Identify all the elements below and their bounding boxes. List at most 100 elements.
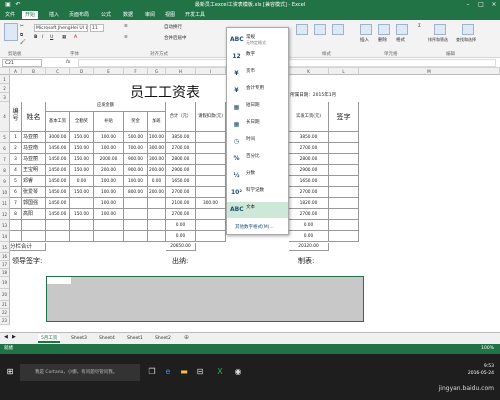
table-cell-subsidy[interactable] (94, 231, 124, 242)
table-cell-actual[interactable]: 1650.00 (289, 176, 329, 187)
table-cell-no[interactable]: 3 (10, 154, 22, 165)
table-cell-allowance[interactable] (70, 198, 94, 209)
table-cell-name[interactable] (22, 231, 46, 242)
table-cell-name[interactable] (22, 220, 46, 231)
border-icon[interactable]: ▦ (62, 35, 66, 40)
column-header[interactable]: C (46, 68, 70, 75)
row-header[interactable]: 19 (0, 277, 10, 289)
table-cell-basic[interactable]: 1450.00 (46, 187, 70, 198)
table-cell-no[interactable]: 4 (10, 165, 22, 176)
align-top-icon[interactable]: ≡ (124, 24, 128, 29)
table-cell-overtime[interactable] (148, 209, 166, 220)
table-cell-name[interactable]: 马亚丽 (22, 154, 46, 165)
table-cell-actual[interactable]: 2700.00 (289, 143, 329, 154)
number-format-item[interactable]: % 百分比 (227, 151, 288, 167)
number-format-item[interactable]: ¥ 货币 (227, 66, 288, 82)
table-cell-subsidy[interactable]: 100.00 (94, 187, 124, 198)
number-format-item[interactable]: ◷ 时间 (227, 134, 288, 150)
table-cell-deduct[interactable] (196, 220, 226, 231)
row-header[interactable]: 13 (0, 220, 10, 231)
column-header[interactable]: I (196, 68, 226, 75)
tab-file[interactable]: 文件 (2, 11, 18, 19)
prev-sheet-icon[interactable]: ◀ (4, 334, 8, 340)
table-cell-bonus[interactable]: 500.00 (124, 132, 148, 143)
table-cell-no[interactable]: 5 (10, 176, 22, 187)
row-header[interactable]: 9 (0, 176, 10, 187)
undo-icon[interactable]: ↶ (12, 0, 24, 9)
zoom-level[interactable]: 100% (481, 344, 494, 354)
table-cell-overtime[interactable] (148, 220, 166, 231)
add-sheet-icon[interactable]: ⊕ (184, 334, 189, 341)
column-header[interactable]: K (289, 68, 329, 75)
find-select-icon[interactable] (462, 24, 474, 35)
table-cell-bonus[interactable] (124, 220, 148, 231)
table-cell-bonus[interactable] (124, 198, 148, 209)
table-cell-allowance[interactable]: 150.00 (70, 154, 94, 165)
table-cell-overtime[interactable]: 0.00 (148, 176, 166, 187)
table-cell-total[interactable]: 2700.00 (166, 143, 196, 154)
column-header[interactable]: D (70, 68, 94, 75)
table-cell-deduct[interactable] (196, 154, 226, 165)
table-cell-basic[interactable]: 1450.00 (46, 143, 70, 154)
row-header[interactable]: 11 (0, 198, 10, 209)
table-cell-no[interactable]: 8 (10, 209, 22, 220)
font-name-select[interactable]: Microsoft JhengHei UI L (34, 24, 88, 32)
table-cell-total[interactable]: 3850.00 (166, 132, 196, 143)
row-header[interactable]: 8 (0, 165, 10, 176)
table-cell-sign[interactable] (329, 198, 359, 209)
table-cell-name[interactable]: 邓睿 (22, 176, 46, 187)
table-cell-sign[interactable] (329, 154, 359, 165)
tab-review[interactable]: 审阅 (142, 11, 158, 19)
row-header[interactable]: 23 (0, 317, 10, 325)
select-all-corner[interactable] (0, 68, 10, 75)
maximize-icon[interactable]: □ (475, 0, 487, 9)
table-cell-total[interactable]: 2900.00 (166, 165, 196, 176)
row-header[interactable]: 1 (0, 75, 10, 84)
table-cell-allowance[interactable]: 150.00 (70, 143, 94, 154)
row-header[interactable]: 3 (0, 93, 10, 102)
table-cell-sign[interactable] (329, 165, 359, 176)
file-explorer-icon[interactable]: ▬ (178, 366, 190, 378)
store-icon[interactable]: ⊟ (194, 366, 206, 378)
column-header[interactable]: A (10, 68, 22, 75)
table-cell-actual[interactable]: 3850.00 (289, 132, 329, 143)
table-cell-no[interactable] (10, 231, 22, 242)
table-cell-basic[interactable]: 3000.00 (46, 132, 70, 143)
table-cell-name[interactable]: 马亚丽 (22, 132, 46, 143)
table-cell-total[interactable]: 2700.00 (166, 187, 196, 198)
table-cell-name[interactable]: 高阳 (22, 209, 46, 220)
table-cell-bonus[interactable]: 900.00 (124, 165, 148, 176)
table-cell-sign[interactable] (329, 132, 359, 143)
row-header[interactable]: 21 (0, 301, 10, 309)
table-cell-basic[interactable]: 1450.00 (46, 198, 70, 209)
more-number-formats-link[interactable]: 其他数字格式(M)... (235, 224, 274, 230)
delete-cells-icon[interactable] (378, 24, 390, 35)
table-cell-actual[interactable]: 2700.00 (289, 187, 329, 198)
italic-icon[interactable]: I (42, 35, 43, 40)
format-cells-icon[interactable] (396, 24, 408, 35)
number-format-item[interactable]: ▦ 长日期 (227, 117, 288, 133)
table-cell-no[interactable] (10, 220, 22, 231)
table-cell-deduct[interactable] (196, 132, 226, 143)
table-cell-basic[interactable]: 1450.00 (46, 176, 70, 187)
font-size-select[interactable]: 11 (90, 24, 104, 32)
table-cell-no[interactable]: 1 (10, 132, 22, 143)
tab-home[interactable]: 开始 (22, 11, 39, 19)
sheet-tab-may-salary[interactable]: 5月工资 (38, 334, 61, 343)
tab-insert[interactable]: 插入 (46, 11, 62, 19)
copy-icon[interactable]: ⧉ (20, 32, 23, 38)
close-icon[interactable]: × (488, 0, 500, 9)
table-cell-sign[interactable] (329, 209, 359, 220)
font-color-icon[interactable]: A (74, 35, 77, 40)
table-cell-allowance[interactable]: 150.00 (70, 165, 94, 176)
table-cell-name[interactable]: 郭国强 (22, 198, 46, 209)
table-cell-overtime[interactable] (148, 198, 166, 209)
minimize-icon[interactable]: – (462, 0, 474, 9)
table-cell-sign[interactable] (329, 176, 359, 187)
table-cell-allowance[interactable] (70, 220, 94, 231)
table-cell-subsidy[interactable] (94, 220, 124, 231)
table-cell-sign[interactable] (329, 187, 359, 198)
row-header[interactable]: 6 (0, 143, 10, 154)
table-format-icon[interactable] (314, 24, 326, 35)
table-cell-subsidy[interactable]: 100.00 (94, 143, 124, 154)
